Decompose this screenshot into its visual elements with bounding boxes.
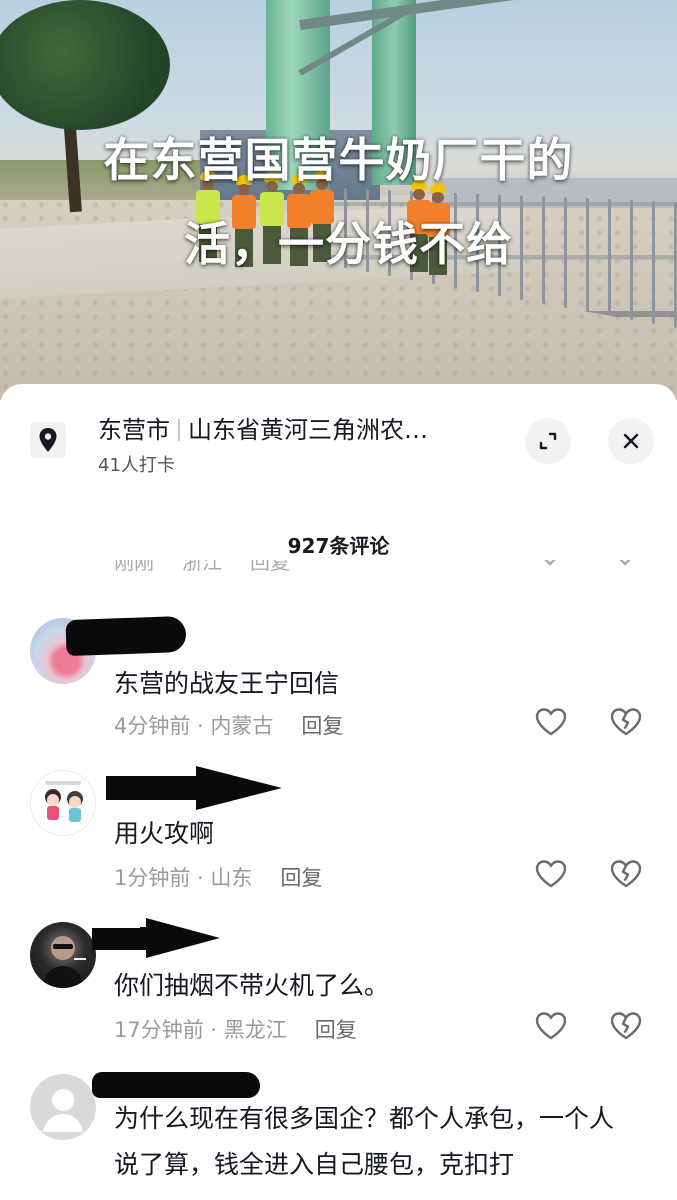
video-tree [0, 0, 170, 130]
comment-time: 4分钟前 [114, 714, 191, 738]
broken-heart-icon[interactable] [609, 858, 643, 890]
broken-heart-icon[interactable] [615, 560, 635, 568]
redacted-username [65, 615, 187, 657]
comment-sheet: 东营市 山东省黄河三角洲农… 41人打卡 927条评论 刚刚 浙江 回复 东营的战友王… [0, 384, 677, 1200]
heart-icon[interactable] [534, 1010, 568, 1042]
comment-item: 为什么现在有很多国企？都个人承包，一个人说了算，钱全进入自己腰包，克扣打 [0, 1072, 677, 1200]
redaction-arrow [190, 766, 282, 810]
reply-button[interactable]: 回复 [280, 866, 322, 890]
location-place: 山东省黄河三角洲农… [188, 416, 428, 444]
heart-icon[interactable] [534, 706, 568, 738]
previous-comment-meta: 刚刚 浙江 回复 [0, 560, 677, 582]
expand-button[interactable] [525, 418, 571, 464]
comment-text: 为什么现在有很多国企？都个人承包，一个人说了算，钱全进入自己腰包，克扣打 [114, 1104, 615, 1179]
video-caption-line2: 活，一分钱不给 [184, 217, 513, 271]
avatar[interactable] [30, 922, 96, 988]
comment-time: 刚刚 [114, 560, 154, 574]
comment-item: 你们抽烟不带火机了么。 17分钟前 · 黑龙江 回复 [0, 918, 677, 1068]
close-icon [623, 433, 639, 449]
comment-meta: 4分钟前 · 内蒙古 回复 [114, 714, 344, 738]
reply-button[interactable]: 回复 [315, 1018, 357, 1042]
heart-icon[interactable] [534, 858, 568, 890]
comment-time: 1分钟前 [114, 866, 191, 890]
comment-text: 东营的战友王宁回信 [114, 669, 340, 698]
redacted-username [92, 1072, 260, 1098]
comment-time: 17分钟前 [114, 1018, 204, 1042]
comment-text: 用火攻啊 [114, 819, 215, 848]
avatar[interactable] [30, 770, 96, 836]
broken-heart-icon[interactable] [609, 706, 643, 738]
comment-count: 927条评论 [287, 534, 390, 558]
location-city: 东营市 [98, 416, 170, 444]
video-frame[interactable]: 在东营国营牛奶厂干的 活，一分钱不给 [0, 0, 677, 400]
location-checkins: 41人打卡 [98, 455, 175, 476]
comment-item: 用火攻啊 1分钟前 · 山东 回复 [0, 766, 677, 916]
comment-item: 东营的战友王宁回信 4分钟前 · 内蒙古 回复 [0, 615, 677, 766]
comment-region: 浙江 [182, 560, 222, 574]
location-divider [178, 419, 180, 441]
comment-meta: 1分钟前 · 山东 回复 [114, 866, 323, 890]
comment-text: 你们抽烟不带火机了么。 [114, 971, 390, 1000]
location-pin-icon[interactable] [30, 422, 66, 458]
comment-region: 内蒙古 [210, 714, 274, 738]
heart-icon[interactable] [540, 560, 560, 568]
location-title[interactable]: 东营市 山东省黄河三角洲农… [98, 410, 428, 445]
close-button[interactable] [608, 418, 654, 464]
avatar[interactable] [30, 1074, 96, 1140]
video-caption-line1: 在东营国营牛奶厂干的 [103, 133, 574, 187]
comment-region: 黑龙江 [223, 1018, 287, 1042]
comment-meta: 17分钟前 · 黑龙江 回复 [114, 1018, 357, 1042]
redaction-arrow [140, 918, 220, 958]
reply-button[interactable]: 回复 [250, 560, 290, 574]
broken-heart-icon[interactable] [609, 1010, 643, 1042]
expand-icon [539, 432, 557, 450]
reply-button[interactable]: 回复 [301, 714, 343, 738]
comment-region: 山东 [210, 866, 253, 890]
